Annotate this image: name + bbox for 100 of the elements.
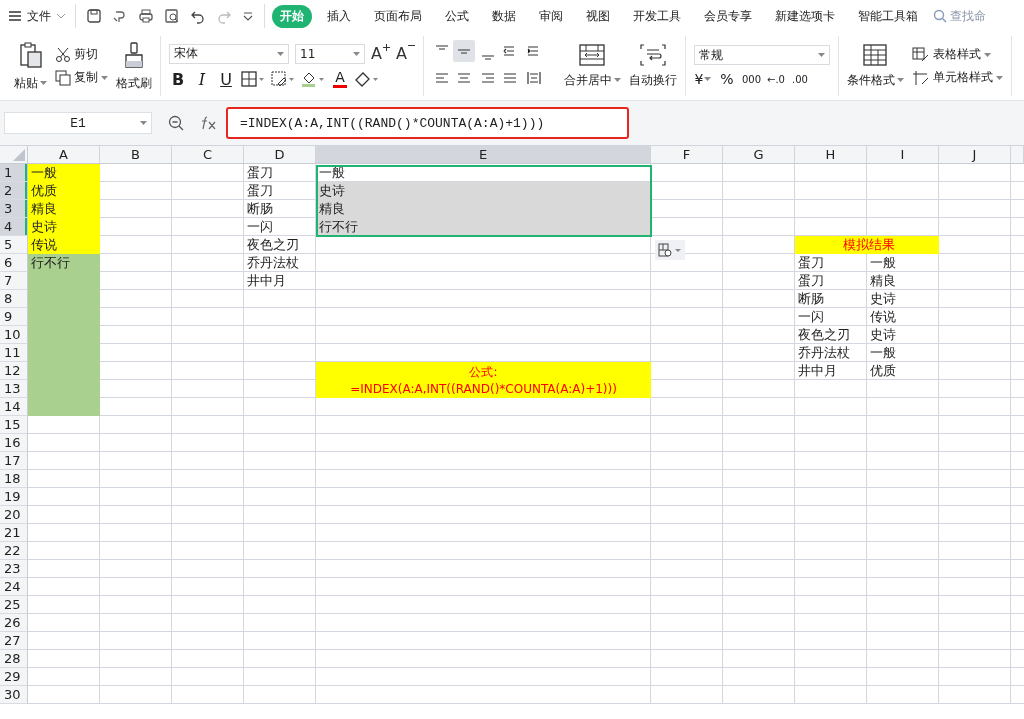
row-header[interactable]: 15 [0, 416, 28, 434]
font-color-button[interactable]: A [331, 70, 349, 88]
row-header[interactable]: 2 [0, 182, 28, 200]
row-header[interactable]: 19 [0, 488, 28, 506]
row-header[interactable]: 13 [0, 380, 28, 398]
row-header[interactable]: 27 [0, 632, 28, 650]
row-header[interactable]: 12 [0, 362, 28, 380]
column-header[interactable]: E [316, 146, 651, 164]
table-cell: 史诗 [316, 182, 651, 200]
currency-button[interactable]: ¥ [693, 71, 712, 87]
format-painter-button[interactable]: 格式刷 [116, 40, 152, 92]
note-text: =INDEX(A:A,INT((RAND()*COUNTA(A:A)+1))) [350, 381, 617, 398]
column-header[interactable]: I [867, 146, 939, 164]
table-pen-icon [911, 46, 930, 63]
column-header[interactable]: A [28, 146, 100, 164]
row-header[interactable]: 1 [0, 164, 28, 182]
caret-icon [40, 81, 47, 85]
function-icon[interactable] [200, 115, 218, 131]
formula-input[interactable]: =INDEX(A:A,INT((RAND()*COUNTA(A:A)+1))) [226, 107, 629, 139]
font-select[interactable]: 宋体 [169, 43, 289, 64]
column-header[interactable]: C [172, 146, 244, 164]
row-header[interactable]: 26 [0, 614, 28, 632]
caret-icon [353, 51, 360, 56]
caret-icon [277, 51, 284, 56]
ribbon-tab[interactable]: 会员专享 [696, 4, 760, 28]
row-header[interactable]: 14 [0, 398, 28, 416]
file-menu[interactable]: 文件 [8, 7, 66, 25]
save-icon[interactable] [86, 8, 102, 24]
table-cell-text: 夜色之刃 [797, 326, 851, 344]
wrap-text-button[interactable]: 自动换行 [628, 43, 677, 89]
percent-button[interactable]: % [717, 71, 736, 87]
increase-decimal-button[interactable]: ←.0 [767, 73, 785, 85]
column-header[interactable]: F [651, 146, 723, 164]
ribbon-tab[interactable]: 开发工具 [625, 4, 689, 28]
column-header[interactable]: J [939, 146, 1011, 164]
copy-button[interactable]: 复制 [55, 69, 108, 86]
pattern-fill-icon[interactable] [271, 71, 295, 87]
ribbon-tab[interactable]: 新建选项卡 [767, 4, 843, 28]
column-header[interactable]: H [795, 146, 867, 164]
fill-color-icon[interactable] [301, 71, 325, 87]
font-size-select[interactable]: 11 [295, 43, 365, 64]
column-header[interactable]: D [244, 146, 316, 164]
row-header[interactable]: 22 [0, 542, 28, 560]
row-header[interactable]: 20 [0, 506, 28, 524]
dropdown-icon[interactable] [242, 10, 254, 22]
italic-button[interactable]: I [193, 69, 211, 89]
paste-button[interactable]: 粘贴 [14, 40, 47, 92]
column-header[interactable]: B [100, 146, 172, 164]
conditional-format-button[interactable]: 条件格式 [846, 43, 904, 89]
row-header[interactable]: 10 [0, 326, 28, 344]
row-header[interactable]: 17 [0, 452, 28, 470]
row-header[interactable]: 9 [0, 308, 28, 326]
bold-button[interactable]: B [169, 69, 187, 89]
row-header[interactable]: 24 [0, 578, 28, 596]
merge-center-button[interactable]: 合并居中 [563, 43, 621, 89]
column-header[interactable]: G [723, 146, 795, 164]
thousands-button[interactable]: 000 [741, 73, 761, 85]
ribbon-tab[interactable]: 公式 [437, 4, 477, 28]
row-header[interactable]: 3 [0, 200, 28, 218]
table-style-button[interactable]: 表格样式 [911, 46, 1003, 63]
row-header[interactable]: 4 [0, 218, 28, 236]
increase-font-button[interactable]: A [371, 44, 390, 63]
table-grid-icon [863, 43, 888, 66]
cut-button[interactable]: 剪切 [55, 46, 108, 63]
row-header[interactable]: 23 [0, 560, 28, 578]
ribbon-tab[interactable]: 审阅 [531, 4, 571, 28]
decrease-font-button[interactable]: A [395, 44, 415, 63]
print-preview-icon[interactable] [164, 8, 180, 24]
ribbon-tab[interactable]: 数据 [484, 4, 524, 28]
table-cell-text: 一闪 [797, 308, 825, 326]
print-icon[interactable] [138, 8, 154, 24]
zoom-icon[interactable] [168, 115, 184, 131]
row-header[interactable]: 11 [0, 344, 28, 362]
name-box[interactable]: E1 [4, 112, 152, 134]
table-cell-text: 蛋刀 [797, 254, 825, 272]
decrease-decimal-button[interactable]: .00 [791, 73, 809, 85]
ribbon-tab[interactable]: 视图 [578, 4, 618, 28]
table-cell-text: 一闪 [246, 218, 274, 236]
paste-options-icon[interactable] [655, 240, 685, 260]
row-header[interactable]: 8 [0, 290, 28, 308]
row-header[interactable]: 18 [0, 470, 28, 488]
caret-icon [896, 78, 904, 82]
row-header[interactable]: 21 [0, 524, 28, 542]
ribbon-tab[interactable]: 页面布局 [366, 4, 430, 28]
number-format-select[interactable]: 常规 [693, 45, 830, 65]
row-header[interactable]: 6 [0, 254, 28, 272]
row-header[interactable]: 28 [0, 650, 28, 668]
table-cell: 精良 [28, 200, 100, 218]
row-header[interactable]: 25 [0, 596, 28, 614]
underline-button[interactable]: U [217, 69, 235, 89]
borders-icon[interactable] [241, 71, 265, 87]
row-header[interactable]: 7 [0, 272, 28, 290]
eraser-icon[interactable] [355, 71, 379, 87]
ribbon-tab[interactable]: 智能工具箱 [850, 4, 926, 28]
row-header[interactable]: 30 [0, 686, 28, 704]
row-header[interactable]: 16 [0, 434, 28, 452]
row-header[interactable]: 29 [0, 668, 28, 686]
ribbon-tab[interactable]: 插入 [319, 4, 359, 28]
cell-style-button[interactable]: 单元格样式 [911, 69, 1003, 86]
row-header[interactable]: 5 [0, 236, 28, 254]
